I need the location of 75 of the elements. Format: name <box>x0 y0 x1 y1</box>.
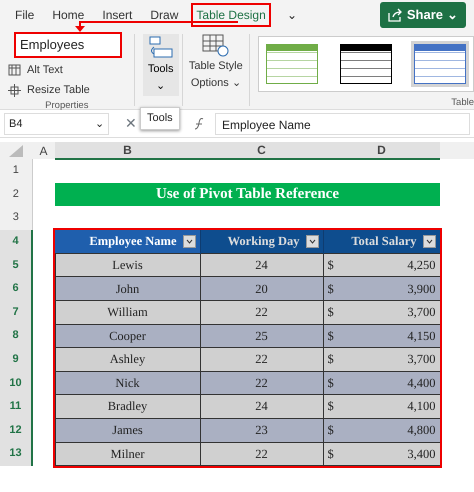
currency-symbol: $ <box>328 330 334 342</box>
more-tabs-caret[interactable]: ⌄ <box>286 6 297 24</box>
salary-amount: 4,400 <box>407 376 436 390</box>
cancel-icon[interactable]: ✕ <box>125 113 137 134</box>
name-box[interactable]: B4 ⌄ <box>4 112 109 134</box>
title-banner: Use of Pivot Table Reference <box>55 182 440 206</box>
table-header-cell: Total Salary <box>323 230 440 254</box>
table-cell: William <box>55 300 200 324</box>
table-name-field[interactable]: Employees <box>14 32 122 58</box>
table-cell: Cooper <box>55 324 200 348</box>
currency-symbol: $ <box>328 400 334 413</box>
tools-button[interactable]: Tools ⌄ <box>142 34 179 96</box>
table-header-cell: Working Day <box>200 230 323 254</box>
column-header[interactable]: C <box>200 142 323 159</box>
row-header[interactable]: 1 <box>0 159 32 183</box>
currency-symbol: $ <box>328 282 334 296</box>
table-cell: John <box>55 276 200 301</box>
group-label: Properties <box>44 98 90 112</box>
row-header[interactable]: 6 <box>0 276 32 301</box>
table-cell: 20 <box>200 276 323 301</box>
salary-amount: 4,250 <box>407 258 436 272</box>
table-cell: 22 <box>200 348 323 372</box>
table-header-cell: Employee Name <box>55 230 200 254</box>
currency-symbol: $ <box>328 424 334 437</box>
table-cell: Ashley <box>55 348 200 372</box>
row-header[interactable]: 11 <box>0 394 32 419</box>
ribbon-tab[interactable]: Table Design <box>191 3 271 27</box>
column-header[interactable]: B <box>55 142 200 159</box>
table-cell: Milner <box>55 442 200 466</box>
table-cell: 22 <box>200 371 323 395</box>
salary-amount: 3,400 <box>407 448 436 460</box>
salary-amount: 3,700 <box>407 353 436 366</box>
column-header[interactable]: D <box>323 142 440 159</box>
table-cell: Bradley <box>55 394 200 419</box>
formula-field[interactable]: Employee Name <box>215 112 470 134</box>
row-header[interactable]: 8 <box>0 324 32 348</box>
table-cell: 22 <box>200 300 323 324</box>
row-header[interactable]: 2 <box>0 182 32 206</box>
ribbon-tab[interactable]: Home <box>47 3 90 27</box>
salary-amount: 4,800 <box>407 424 436 437</box>
table-cell: James <box>55 418 200 442</box>
salary-amount: 4,150 <box>407 330 436 342</box>
table-cell: 22 <box>200 442 323 466</box>
row-header[interactable]: 7 <box>0 300 32 324</box>
row-header[interactable]: 3 <box>0 206 32 230</box>
currency-symbol: $ <box>328 376 334 390</box>
ribbon-command[interactable]: Resize Table <box>21 82 90 98</box>
table-style-options-button[interactable]: Table Style Options ⌄ <box>188 58 243 91</box>
currency-symbol: $ <box>328 448 334 460</box>
row-header[interactable]: 4 <box>0 230 32 254</box>
row-header[interactable]: 10 <box>0 371 32 395</box>
share-button[interactable]: Share ⌄ <box>380 2 466 28</box>
salary-amount: 3,900 <box>407 282 436 296</box>
currency-symbol: $ <box>328 258 334 272</box>
table-cell: 25 <box>200 324 323 348</box>
salary-amount: 4,100 <box>407 400 436 413</box>
table-cell: Nick <box>55 371 200 395</box>
currency-symbol: $ <box>328 306 334 319</box>
table-cell: 23 <box>200 418 323 442</box>
column-header[interactable]: A <box>32 142 55 159</box>
ribbon-command[interactable]: Alt Text <box>21 62 63 78</box>
table-cell: Lewis <box>55 253 200 277</box>
table-cell: 24 <box>200 394 323 419</box>
table-cell: 24 <box>200 253 323 277</box>
group-label: Table <box>451 96 474 110</box>
currency-symbol: $ <box>328 353 334 366</box>
row-header[interactable]: 12 <box>0 418 32 442</box>
row-header[interactable]: 13 <box>0 442 32 466</box>
ribbon-tab[interactable]: File <box>10 3 40 27</box>
ribbon-tab[interactable]: Insert <box>97 3 138 27</box>
row-header[interactable]: 5 <box>0 253 32 277</box>
salary-amount: 3,700 <box>407 306 436 319</box>
tooltip: Tools <box>140 107 180 130</box>
ribbon-tab[interactable]: Draw <box>145 3 184 27</box>
row-header[interactable]: 9 <box>0 348 32 372</box>
